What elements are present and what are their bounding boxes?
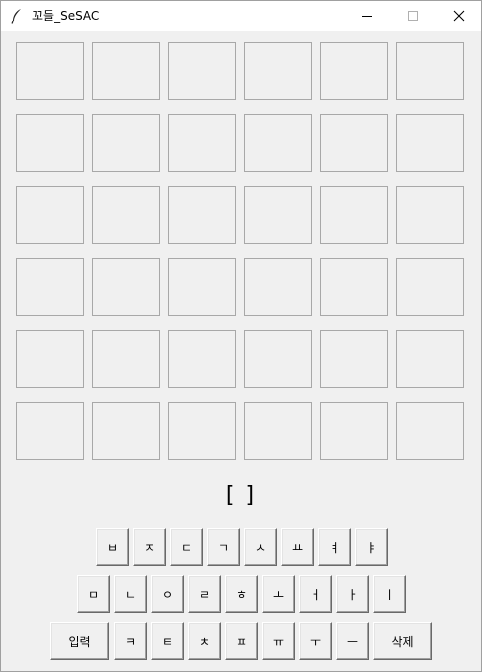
grid-cell	[16, 42, 84, 100]
key-button[interactable]: ㅁ	[77, 575, 110, 613]
close-button[interactable]	[436, 1, 482, 31]
minimize-button[interactable]	[344, 1, 390, 31]
key-button[interactable]: ㄹ	[188, 575, 221, 613]
key-button[interactable]: ㅜ	[299, 622, 332, 660]
key-button[interactable]: ㅕ	[318, 528, 351, 566]
key-button[interactable]: ㅋ	[114, 622, 147, 660]
grid-cell	[320, 186, 388, 244]
grid-cell	[396, 258, 464, 316]
grid-cell	[244, 42, 312, 100]
delete-button[interactable]: 삭제	[373, 622, 432, 660]
grid-cell	[168, 186, 236, 244]
grid-cell	[244, 330, 312, 388]
key-button[interactable]: ㅡ	[336, 622, 369, 660]
grid-cell	[244, 402, 312, 460]
app-window: 꼬들_SeSAC [ ] ㅂㅈㄷㄱㅅㅛㅕㅑㅁㄴㅇㄹㅎㅗㅓㅏㅣ 입력 ㅋㅌㅊㅍㅠㅜㅡ 삭…	[0, 0, 482, 672]
key-button[interactable]: ㅌ	[151, 622, 184, 660]
grid-cell	[92, 114, 160, 172]
grid-cell	[396, 42, 464, 100]
key-button[interactable]: ㅍ	[225, 622, 258, 660]
window-title: 꼬들_SeSAC	[32, 9, 100, 23]
feather-icon	[11, 9, 21, 24]
grid-cell	[16, 114, 84, 172]
key-button[interactable]: ㅣ	[373, 575, 406, 613]
grid-cell	[396, 402, 464, 460]
key-button[interactable]: ㅑ	[355, 528, 388, 566]
grid-cell	[168, 402, 236, 460]
key-button[interactable]: ㅛ	[281, 528, 314, 566]
key-button[interactable]: ㅂ	[96, 528, 129, 566]
grid-cell	[320, 114, 388, 172]
maximize-icon	[408, 11, 418, 21]
maximize-button[interactable]	[390, 1, 436, 31]
key-button[interactable]: ㅅ	[244, 528, 277, 566]
grid-cell	[16, 330, 84, 388]
grid-cell	[320, 330, 388, 388]
grid-cell	[244, 114, 312, 172]
minimize-icon	[362, 16, 372, 17]
grid-cell	[396, 114, 464, 172]
grid-cell	[320, 402, 388, 460]
grid-cell	[244, 186, 312, 244]
grid-cell	[168, 42, 236, 100]
current-input-display: [ ]	[225, 483, 257, 508]
grid-cell	[92, 258, 160, 316]
key-button[interactable]: ㅓ	[299, 575, 332, 613]
key-button[interactable]: ㄱ	[207, 528, 240, 566]
grid-cell	[16, 258, 84, 316]
grid-cell	[16, 186, 84, 244]
key-button[interactable]: ㅇ	[151, 575, 184, 613]
key-button[interactable]: ㅗ	[262, 575, 295, 613]
key-button[interactable]: ㅠ	[262, 622, 295, 660]
grid-cell	[92, 402, 160, 460]
title-bar[interactable]: 꼬들_SeSAC	[1, 1, 481, 31]
grid-cell	[92, 330, 160, 388]
grid-cell	[168, 114, 236, 172]
key-button[interactable]: ㄷ	[170, 528, 203, 566]
close-icon	[453, 10, 465, 22]
grid-cell	[244, 258, 312, 316]
grid-cell	[92, 186, 160, 244]
key-button[interactable]: ㄴ	[114, 575, 147, 613]
grid-cell	[320, 258, 388, 316]
key-button[interactable]: ㅈ	[133, 528, 166, 566]
key-button[interactable]: ㅊ	[188, 622, 221, 660]
grid-cell	[168, 258, 236, 316]
grid-cell	[92, 42, 160, 100]
grid-cell	[16, 402, 84, 460]
key-button[interactable]: ㅎ	[225, 575, 258, 613]
grid-cell	[168, 330, 236, 388]
key-button[interactable]: ㅏ	[336, 575, 369, 613]
grid-cell	[396, 186, 464, 244]
grid-cell	[396, 330, 464, 388]
enter-button[interactable]: 입력	[50, 622, 109, 660]
grid-cell	[320, 42, 388, 100]
